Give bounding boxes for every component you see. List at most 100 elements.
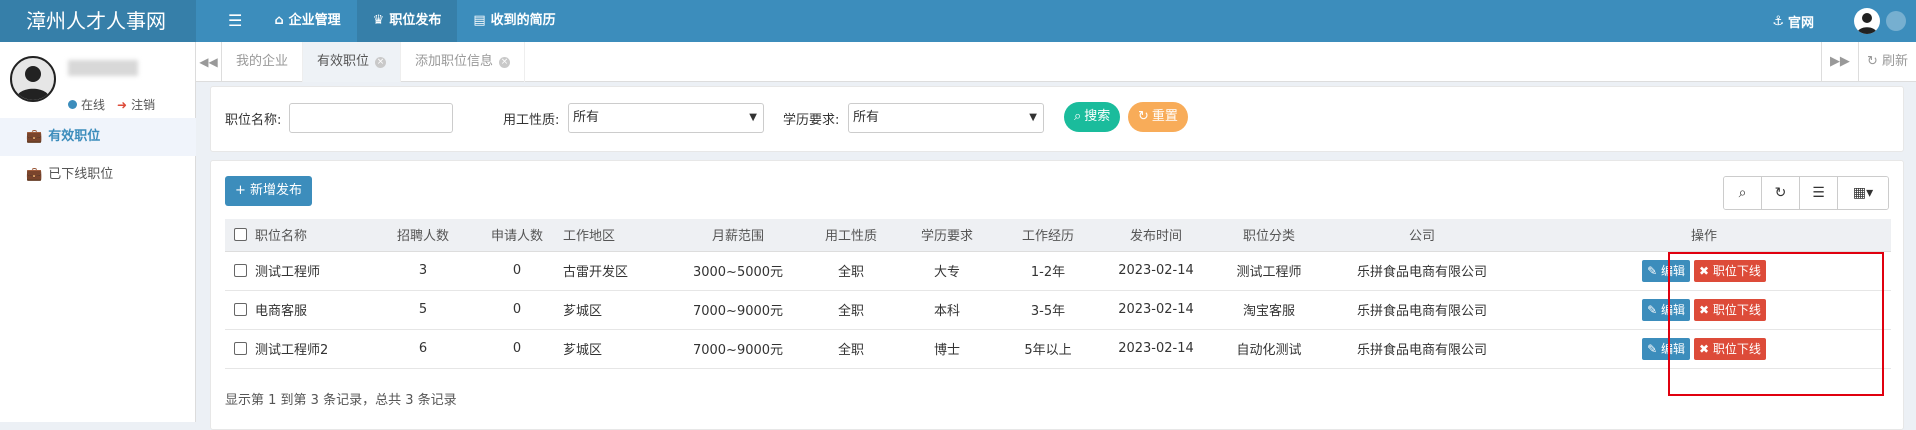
user-status: 在线 ➜ 注销 [68, 96, 155, 113]
cell-hire-count: 5 [375, 290, 471, 330]
briefcase-icon: 💼 [26, 167, 43, 182]
add-job-button[interactable]: + 新增发布 [225, 176, 313, 206]
select-all-cell [225, 219, 255, 252]
close-icon[interactable]: × [375, 56, 387, 68]
cell-company: 乐拼食品电商有限公司 [1327, 251, 1517, 291]
edit-icon: ✎ [1647, 341, 1658, 356]
cell-job-name: 电商客服 [255, 290, 375, 330]
nav-received-resumes[interactable]: ▤ 收到的简历 [457, 0, 571, 42]
online-dot-icon [68, 100, 77, 109]
table-row: 电商客服 5 0 芗城区 7000~9000元 全职 本科 3-5年 2023-… [225, 290, 1891, 330]
col-salary[interactable]: 月薪范围 [673, 219, 803, 252]
row-select-cell [225, 251, 255, 291]
close-icon[interactable]: × [499, 56, 511, 68]
row-checkbox[interactable] [233, 342, 247, 355]
cell-publish-date: 2023-02-14 [1101, 329, 1211, 369]
cell-apply-count: 0 [471, 251, 563, 291]
col-education[interactable]: 学历要求 [899, 219, 995, 252]
table-toolbar: ⌕ ↻ ☰ ▦▾ [1723, 176, 1889, 210]
sidebar-menu: 💼 有效职位 💼 已下线职位 [0, 118, 196, 194]
cell-salary: 3000~5000元 [673, 251, 803, 291]
cell-area: 芗城区 [563, 329, 673, 369]
col-category[interactable]: 职位分类 [1211, 219, 1327, 252]
col-experience[interactable]: 工作经历 [995, 219, 1101, 252]
cell-apply-count: 0 [471, 290, 563, 330]
home-icon: ⌂ [274, 13, 284, 28]
app-logo[interactable]: 漳州人才人事网 [0, 0, 196, 42]
col-company[interactable]: 公司 [1327, 219, 1517, 252]
logout-icon: ➜ [117, 97, 128, 112]
tab-add-job[interactable]: 添加职位信息 × [401, 42, 526, 82]
sidebar-item-offline-jobs[interactable]: 💼 已下线职位 [0, 156, 196, 194]
education-select[interactable]: 所有 ▼ [848, 103, 1044, 133]
select-all-checkbox[interactable] [233, 228, 247, 242]
cell-salary: 7000~9000元 [673, 329, 803, 369]
top-right: ⚓ 官网 [1772, 0, 1916, 42]
cell-education: 博士 [899, 329, 995, 369]
employment-type-select[interactable]: 所有 ▼ [568, 103, 764, 133]
columns-icon[interactable]: ▦▾ [1838, 177, 1888, 209]
user-name-redacted [68, 60, 138, 76]
reset-button[interactable]: ↻ 重置 [1128, 102, 1188, 132]
refresh-button[interactable]: ↻ 刷新 [1857, 42, 1916, 82]
cell-area: 芗城区 [563, 290, 673, 330]
refresh-icon: ↻ [1866, 54, 1878, 69]
plus-icon: + [235, 183, 246, 198]
pagination-info: 显示第 1 到第 3 条记录，总共 3 条记录 [225, 393, 457, 408]
col-actions: 操作 [1517, 219, 1891, 252]
col-emp-type[interactable]: 用工性质 [803, 219, 899, 252]
nav-enterprise-management[interactable]: ⌂ 企业管理 [258, 0, 356, 42]
sidebar-item-active-jobs[interactable]: 💼 有效职位 [0, 118, 196, 156]
filter-panel: 职位名称: 用工性质: 所有 ▼ 学历要求: 所有 ▼ ⌕ 搜索 ↻ 重置 [210, 86, 1904, 152]
cell-publish-date: 2023-02-14 [1101, 290, 1211, 330]
cell-emp-type: 全职 [803, 251, 899, 291]
hamburger-icon: ☰ [228, 11, 243, 30]
user-avatar [10, 56, 56, 102]
job-name-label: 职位名称: [225, 113, 282, 128]
col-area[interactable]: 工作地区 [563, 219, 673, 252]
logout-link[interactable]: 注销 [131, 96, 155, 113]
anchor-icon: ⚓ [1772, 13, 1784, 29]
list-icon[interactable]: ☰ [1800, 177, 1838, 209]
cell-emp-type: 全职 [803, 329, 899, 369]
search-icon[interactable]: ⌕ [1724, 177, 1762, 209]
table-row: 测试工程师 3 0 古雷开发区 3000~5000元 全职 大专 1-2年 20… [225, 251, 1891, 291]
trophy-icon: ♛ [372, 13, 385, 28]
user-avatar-small[interactable] [1854, 8, 1880, 34]
jobs-table-panel: + 新增发布 ⌕ ↻ ☰ ▦▾ 职位名称 招聘人数 申请人数 工作地区 月薪范围… [210, 160, 1904, 430]
tab-my-enterprise[interactable]: 我的企业 [222, 42, 304, 82]
cell-salary: 7000~9000元 [673, 290, 803, 330]
tab-active-jobs[interactable]: 有效职位 × [303, 42, 402, 82]
search-icon: ⌕ [1074, 109, 1082, 124]
col-hire-count[interactable]: 招聘人数 [375, 219, 471, 252]
job-name-input[interactable] [289, 103, 453, 133]
row-checkbox[interactable] [233, 264, 247, 277]
refresh-icon[interactable]: ↻ [1762, 177, 1800, 209]
official-site-link[interactable]: ⚓ 官网 [1772, 12, 1814, 31]
top-navbar: 漳州人才人事网 ☰ ⌂ 企业管理 ♛ 职位发布 ▤ 收到的简历 ⚓ 官网 [0, 0, 1916, 42]
settings-toggle[interactable] [1886, 11, 1906, 31]
col-apply-count[interactable]: 申请人数 [471, 219, 563, 252]
cell-category: 自动化测试 [1211, 329, 1327, 369]
tabs-scroll-left-icon[interactable]: ◀◀ [196, 42, 222, 82]
table-row: 测试工程师2 6 0 芗城区 7000~9000元 全职 博士 5年以上 202… [225, 329, 1891, 369]
cell-education: 大专 [899, 251, 995, 291]
cell-job-name: 测试工程师2 [255, 329, 375, 369]
briefcase-icon: 💼 [26, 129, 43, 144]
cell-job-name: 测试工程师 [255, 251, 375, 291]
edit-icon: ✎ [1647, 302, 1658, 317]
cell-publish-date: 2023-02-14 [1101, 251, 1211, 291]
employment-type-label: 用工性质: [503, 113, 560, 128]
search-button[interactable]: ⌕ 搜索 [1064, 102, 1121, 132]
cell-education: 本科 [899, 290, 995, 330]
reset-icon: ↻ [1138, 109, 1149, 124]
cell-emp-type: 全职 [803, 290, 899, 330]
row-checkbox[interactable] [233, 303, 247, 316]
cell-hire-count: 3 [375, 251, 471, 291]
col-publish-date[interactable]: 发布时间 [1101, 219, 1211, 252]
jobs-table: 职位名称 招聘人数 申请人数 工作地区 月薪范围 用工性质 学历要求 工作经历 … [225, 219, 1891, 369]
col-job-name[interactable]: 职位名称 [255, 219, 375, 252]
tabs-scroll-right-icon[interactable]: ▶▶ [1820, 42, 1858, 82]
sidebar-toggle-button[interactable]: ☰ [212, 0, 258, 42]
nav-job-publish[interactable]: ♛ 职位发布 [356, 0, 458, 42]
